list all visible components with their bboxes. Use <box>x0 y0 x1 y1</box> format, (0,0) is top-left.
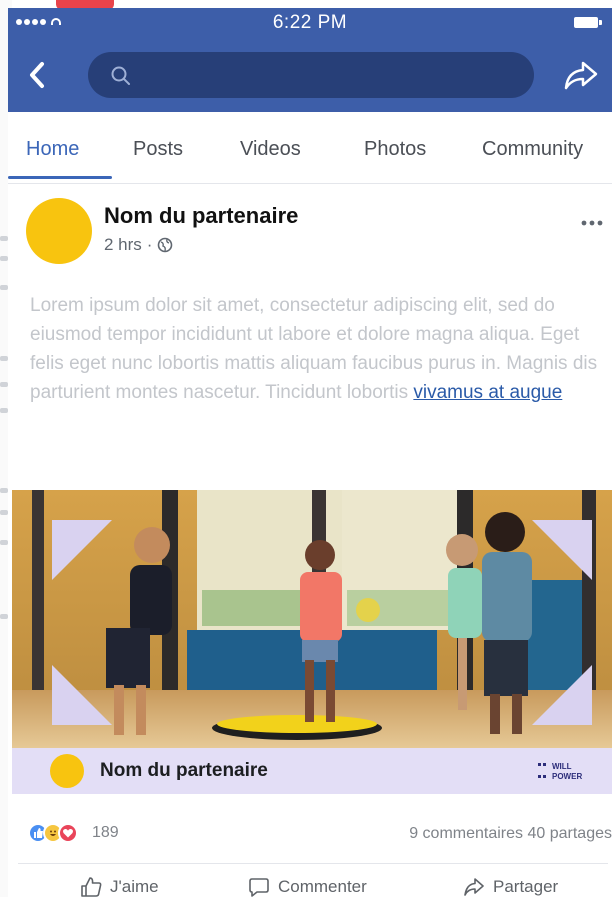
more-icon <box>581 220 603 226</box>
post-body: Lorem ipsum dolor sit amet, consectetur … <box>30 291 604 407</box>
background-mark <box>0 285 8 290</box>
phone-screen: 6:22 PM Home Posts Videos Photos Communi… <box>8 8 612 897</box>
share-icon <box>564 61 598 90</box>
share-button[interactable] <box>561 58 601 92</box>
post-link[interactable]: vivamus at augue <box>413 382 562 403</box>
share-arrow-icon <box>464 878 484 896</box>
top-bar: 6:22 PM <box>8 8 612 112</box>
reaction-count: 189 <box>92 824 119 841</box>
like-icon <box>81 877 102 897</box>
comment-button[interactable]: Commenter <box>248 876 367 897</box>
background-mark <box>0 256 8 261</box>
gym-photo <box>12 490 612 748</box>
image-footer[interactable]: Nom du partenaire WILL POWER <box>12 748 612 794</box>
comment-label: Commenter <box>278 877 367 896</box>
engagement-counts: 9 commentaires 40 partages <box>409 825 612 843</box>
background-mark <box>0 614 8 619</box>
background-mark <box>0 408 8 413</box>
share-label: Partager <box>493 877 559 896</box>
shares-count[interactable]: 40 partages <box>527 825 612 842</box>
post-time[interactable]: 2 hrs <box>104 235 142 255</box>
like-label: J'aime <box>110 877 159 896</box>
logo-text-power: POWER <box>552 772 582 781</box>
more-options-button[interactable] <box>580 206 604 234</box>
status-time: 6:22 PM <box>272 12 348 33</box>
battery-icon <box>574 17 602 28</box>
footer-partner-name: Nom du partenaire <box>100 760 268 781</box>
background-mark <box>0 510 8 515</box>
tab-home[interactable]: Home <box>26 138 79 161</box>
post-image[interactable] <box>12 490 612 748</box>
search-icon <box>111 66 130 85</box>
background-mark <box>0 488 8 493</box>
action-bar: J'aime Commenter Partager <box>8 876 612 897</box>
avatar[interactable] <box>26 198 92 264</box>
love-reaction-icon <box>58 823 78 843</box>
footer-avatar <box>50 754 84 788</box>
reaction-summary[interactable]: 189 <box>28 823 119 843</box>
actions-divider <box>18 863 608 864</box>
tab-community[interactable]: Community <box>482 138 583 161</box>
background-mark <box>0 540 8 545</box>
comment-icon <box>249 878 269 897</box>
back-button[interactable] <box>22 58 52 92</box>
post-author[interactable]: Nom du partenaire <box>104 203 298 229</box>
background-mark <box>0 382 8 387</box>
meta-separator: · <box>146 235 153 254</box>
active-tab-indicator <box>8 176 112 179</box>
tab-videos[interactable]: Videos <box>240 138 301 161</box>
background-mark <box>0 236 8 241</box>
globe-icon <box>158 237 173 253</box>
tab-bar: Home Posts Videos Photos Community <box>8 112 612 184</box>
like-button[interactable]: J'aime <box>80 876 159 897</box>
comments-count[interactable]: 9 commentaires <box>409 825 523 842</box>
logo-text-will: WILL <box>552 762 572 771</box>
back-icon <box>30 62 44 88</box>
post-meta: 2 hrs · <box>104 235 173 255</box>
tab-posts[interactable]: Posts <box>133 138 183 161</box>
willpower-logo: WILL POWER <box>538 762 582 781</box>
share-post-button[interactable]: Partager <box>463 876 558 897</box>
background-mark <box>0 356 8 361</box>
tab-photos[interactable]: Photos <box>364 138 426 161</box>
search-input[interactable] <box>88 52 534 98</box>
status-bar: 6:22 PM <box>8 8 612 38</box>
